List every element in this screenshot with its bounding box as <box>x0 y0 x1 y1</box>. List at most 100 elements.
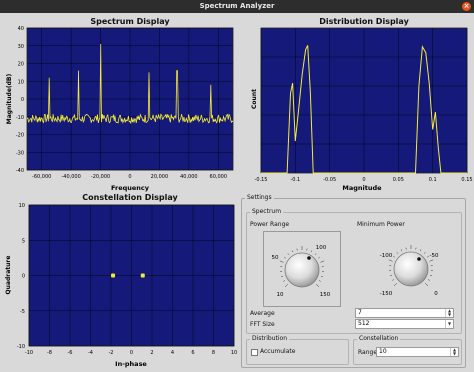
power-range-tick-150: 150 <box>320 292 331 298</box>
dial-tick <box>429 274 433 277</box>
constellation-xlabel: In-phase <box>115 360 147 368</box>
dial-tick <box>424 282 429 287</box>
constellation-x-ticks: -10 -8 -6 -4 -2 0 2 4 6 8 10 <box>25 350 237 356</box>
dial-tick <box>393 255 395 258</box>
spectrum-y-tick-label: -30 <box>16 150 24 156</box>
power-range-dial[interactable]: 100 50 10 150 <box>264 232 340 306</box>
dial-tick <box>320 275 324 278</box>
distribution-title: Distribution Display <box>319 17 409 26</box>
spin-down-icon[interactable]: ▼ <box>448 312 451 317</box>
minimum-power-tick-neg100: -100 <box>380 253 393 259</box>
fft-size-select[interactable]: 512 ▼ <box>355 319 454 329</box>
distribution-x-tick-label: -0.1 <box>290 177 300 183</box>
range-value: 10 <box>379 348 387 355</box>
constellation-x-tick-label: 10 <box>231 350 237 356</box>
constellation-x-tick-label: -2 <box>109 350 114 356</box>
spectrum-grid <box>27 27 233 171</box>
average-value: 7 <box>358 309 362 316</box>
constellation-x-tick-label: 4 <box>171 350 174 356</box>
window-titlebar: Spectrum Analyzer × <box>0 0 474 13</box>
dial-tick <box>318 280 321 282</box>
dial-tick <box>429 259 434 262</box>
constellation-y-tick-label: -5 <box>20 309 25 315</box>
constellation-points <box>111 273 145 278</box>
constellation-x-tick-label: -6 <box>68 350 73 356</box>
spectrum-group-legend: Spectrum <box>250 208 284 215</box>
dial-tick <box>310 250 313 253</box>
average-spinbox[interactable]: 7 ▲ ▼ <box>355 308 454 318</box>
constellation-x-tick-label: 6 <box>191 350 194 356</box>
fft-size-label: FFT Size <box>250 321 275 328</box>
power-range-indicator <box>307 256 311 260</box>
constellation-title: Constellation Display <box>82 193 178 202</box>
dial-tick <box>320 260 325 263</box>
distribution-x-tick-label: 0.15 <box>461 177 472 183</box>
spectrum-x-ticks: -60,000 -40,000 -20,000 0 20,000 40,000 60,000 <box>32 174 227 180</box>
dial-tick <box>315 283 320 288</box>
constellation-y-tick-label: -10 <box>17 344 25 350</box>
distribution-trace <box>261 45 467 174</box>
spectrum-xlabel: Frequency <box>111 184 150 192</box>
minimum-power-tick-neg150: -150 <box>380 291 393 297</box>
dial-tick <box>314 253 317 255</box>
minimum-power-tick-neg50: -50 <box>430 253 439 259</box>
constellation-x-tick-label: 8 <box>212 350 215 356</box>
spectrum-x-tick-label: -20,000 <box>91 174 110 180</box>
dial-tick <box>291 250 294 253</box>
dial-tick <box>280 275 284 278</box>
dial-tick <box>396 252 399 254</box>
constellation-x-tick-label: -10 <box>25 350 33 356</box>
accumulate-label: Accumulate <box>260 348 296 355</box>
minimum-power-knob[interactable] <box>393 251 429 287</box>
spectrum-x-tick-label: -60,000 <box>32 174 51 180</box>
minimum-power-dial[interactable]: -100 -50 0 -150 <box>373 231 453 305</box>
dial-tick <box>389 274 393 277</box>
fft-size-value: 512 <box>358 320 370 327</box>
distribution-x-tick-label: -0.15 <box>255 177 268 183</box>
constellation-x-tick-label: 2 <box>150 350 153 356</box>
constellation-settings-group: Constellation Range 10 ▲ ▼ <box>353 335 462 365</box>
dial-tick <box>284 283 289 288</box>
dial-tick <box>279 260 284 263</box>
average-label: Average <box>250 310 275 317</box>
spectrum-y-tick-label: 40 <box>18 26 24 32</box>
spectrum-title: Spectrum Display <box>90 17 170 26</box>
dial-tick <box>318 256 320 259</box>
constellation-grid <box>28 204 235 347</box>
constellation-ylabel: Quadrature <box>5 256 12 295</box>
spectrum-y-tick-label: -20 <box>16 133 24 139</box>
chevron-down-icon[interactable]: ▼ <box>445 320 453 328</box>
average-spin-arrows[interactable]: ▲ ▼ <box>445 309 453 317</box>
power-range-tick-10: 10 <box>277 292 284 298</box>
dial-tick <box>287 253 290 255</box>
constellation-y-ticks: 10 5 0 -5 -10 <box>17 203 25 350</box>
dial-tick <box>284 256 286 259</box>
spectrum-y-tick-label: 20 <box>18 62 24 68</box>
spectrum-x-tick-label: -40,000 <box>61 174 80 180</box>
range-spinbox[interactable]: 10 ▲ ▼ <box>376 347 459 357</box>
distribution-x-tick-label: 0.1 <box>429 177 437 183</box>
range-spin-arrows[interactable]: ▲ ▼ <box>450 348 458 356</box>
range-label: Range <box>358 349 378 356</box>
spectrum-plot-area <box>26 27 234 171</box>
dial-tick <box>392 279 395 281</box>
minimum-power-indicator <box>417 257 421 261</box>
minimum-power-tick-0: 0 <box>434 291 438 297</box>
constellation-point <box>111 273 116 278</box>
spectrum-trace <box>26 43 234 125</box>
window-title: Spectrum Analyzer <box>199 2 275 10</box>
spectrum-y-tick-label: -10 <box>16 115 24 121</box>
dial-tick <box>283 280 286 282</box>
power-range-tick-50: 50 <box>272 255 279 261</box>
spectrum-y-tick-label: -40 <box>16 168 24 174</box>
distribution-ylabel: Count <box>251 89 258 109</box>
spectrum-ylabel: Magnitude(dB) <box>6 73 13 124</box>
dial-tick <box>393 282 398 287</box>
power-range-knob[interactable] <box>284 252 320 288</box>
accumulate-checkbox[interactable] <box>251 349 258 356</box>
spin-down-icon[interactable]: ▼ <box>453 351 456 356</box>
constellation-y-tick-label: 10 <box>19 203 25 209</box>
distribution-x-tick-label: -0.05 <box>323 177 336 183</box>
close-button[interactable]: × <box>462 2 471 11</box>
settings-group: Settings Spectrum Power Range Minimum Po… <box>241 194 466 368</box>
